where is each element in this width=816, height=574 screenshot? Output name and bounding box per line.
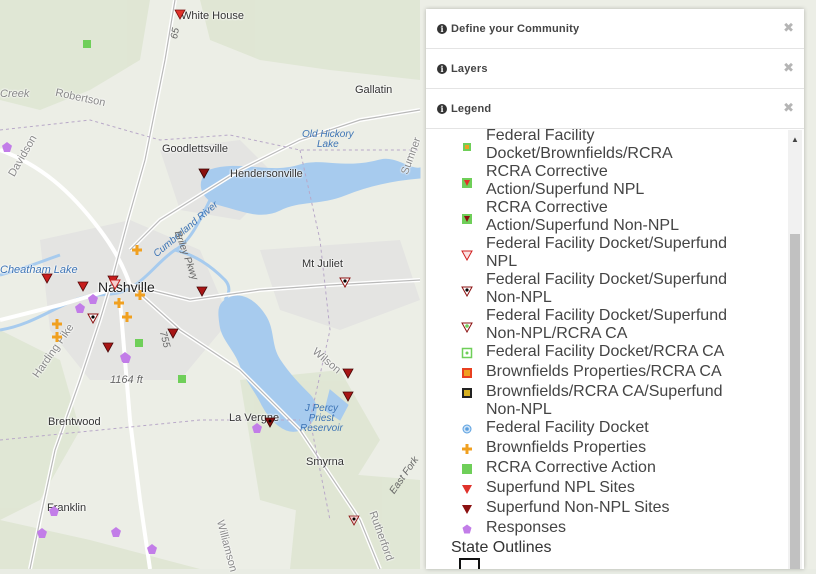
place-label-cheatham-lake: Cheatham Lake: [0, 264, 78, 276]
legend-symbol-responses: [462, 524, 472, 534]
response-marker[interactable]: [251, 422, 263, 434]
place-label-white-house: White House: [181, 10, 244, 22]
superfund-non-npl-marker[interactable]: [264, 416, 276, 428]
rcra-corrective-action-marker[interactable]: [82, 39, 92, 49]
legend-symbol-rcra-npl: [462, 178, 472, 188]
close-icon[interactable]: ✖: [783, 100, 794, 116]
response-marker[interactable]: [146, 543, 158, 555]
response-marker[interactable]: [120, 352, 132, 364]
ffd-superfund-non-npl-marker[interactable]: [87, 312, 99, 324]
legend-symbol-brownfields: [462, 444, 472, 454]
legend-label: Federal Facility Docket/Superfund Non-NP…: [486, 271, 727, 306]
superfund-non-npl-marker[interactable]: [348, 514, 360, 526]
legend-symbol-ffd-non-npl: [461, 286, 473, 297]
legend-label: Federal Facility Docket/RCRA CA: [486, 343, 725, 360]
brownfields-marker[interactable]: [134, 289, 146, 301]
legend-label: Brownfields Properties/RCRA CA: [486, 363, 722, 380]
close-icon[interactable]: ✖: [783, 20, 794, 36]
superfund-npl-marker[interactable]: [102, 341, 114, 353]
side-panel: i Define your Community ✖ i Layers ✖ i L…: [426, 9, 804, 569]
legend-scrollbar[interactable]: ▲: [788, 130, 802, 569]
legend-label: Federal Facility Docket: [486, 419, 649, 436]
place-label-mt-juliet: Mt Juliet: [302, 258, 343, 270]
road-label-65: 65: [169, 27, 182, 40]
close-icon[interactable]: ✖: [783, 60, 794, 76]
info-icon: i: [437, 103, 447, 114]
scroll-up-icon[interactable]: ▲: [791, 135, 799, 144]
layers-header[interactable]: i Layers ✖: [426, 49, 804, 89]
legend-label: Federal Facility Docket/Superfund NPL: [486, 235, 727, 270]
rcra-corrective-action-marker[interactable]: [134, 338, 144, 348]
superfund-npl-marker[interactable]: [342, 367, 354, 379]
legend-label: Superfund NPL Sites: [486, 479, 635, 496]
legend-label: Responses: [486, 519, 567, 536]
define-community-header[interactable]: i Define your Community ✖: [426, 9, 804, 49]
legend-symbol-ffd: [462, 424, 472, 434]
legend-list[interactable]: Federal Facility Docket/Brownfields/RCRA…: [426, 129, 787, 569]
ffd-superfund-npl-marker[interactable]: [109, 278, 121, 290]
brownfields-marker[interactable]: [51, 318, 63, 330]
response-marker[interactable]: [1, 141, 13, 153]
legend-label: RCRA Corrective Action/Superfund Non-NPL: [486, 199, 679, 234]
superfund-npl-marker[interactable]: [196, 285, 208, 297]
legend-symbol-rcra-non-npl: [462, 214, 472, 224]
legend-label: Brownfields Properties: [486, 439, 647, 456]
legend-symbol-ffd-npl: [461, 250, 473, 261]
legend-label: RCRA Corrective Action/Superfund NPL: [486, 163, 645, 198]
brownfields-marker[interactable]: [131, 244, 143, 256]
response-marker[interactable]: [110, 526, 122, 538]
legend-symbol-superfund-non-npl: [462, 505, 472, 514]
response-marker[interactable]: [48, 505, 60, 517]
place-label-creek: Creek: [0, 88, 30, 100]
superfund-npl-marker[interactable]: [77, 280, 89, 292]
place-label-gallatin: Gallatin: [355, 84, 393, 96]
legend-label: Superfund Non-NPL Sites: [486, 499, 670, 516]
ffd-superfund-non-npl-marker[interactable]: [339, 276, 351, 288]
info-icon: i: [437, 63, 447, 74]
superfund-npl-marker[interactable]: [167, 327, 179, 339]
place-label-goodlettsville: Goodlettsville: [162, 143, 229, 155]
rcra-corrective-action-marker[interactable]: [177, 374, 187, 384]
water-label-percy-priest: J Percy Priest Reservoir: [300, 403, 343, 434]
brownfields-marker[interactable]: [121, 311, 133, 323]
response-marker[interactable]: [36, 527, 48, 539]
place-label-smyrna: Smyrna: [306, 456, 344, 468]
superfund-npl-marker[interactable]: [198, 167, 210, 179]
legend-symbol-ffd-brownfields-rcra: [463, 143, 471, 151]
legend-symbol-ffd-rcra: [461, 347, 473, 359]
superfund-npl-marker[interactable]: [174, 8, 186, 20]
response-marker[interactable]: [87, 293, 99, 305]
brownfields-marker[interactable]: [113, 297, 125, 309]
brownfields-marker[interactable]: [51, 331, 63, 343]
legend-title: Legend: [451, 102, 492, 115]
legend-symbol-rcra: [462, 464, 472, 474]
legend-symbol-superfund-npl: [462, 485, 472, 494]
response-marker[interactable]: [74, 302, 86, 314]
superfund-npl-marker[interactable]: [342, 390, 354, 402]
legend-label: RCRA Corrective Action: [486, 459, 656, 476]
info-icon: i: [437, 23, 447, 34]
legend-label: Brownfields/RCRA CA/Superfund Non-NPL: [486, 383, 723, 418]
superfund-npl-marker[interactable]: [41, 272, 53, 284]
elevation-label: 1164 ft: [110, 374, 143, 386]
place-label-brentwood: Brentwood: [48, 416, 101, 428]
state-outline-symbol: [459, 558, 480, 569]
layers-title: Layers: [451, 62, 488, 75]
scroll-thumb[interactable]: [790, 234, 800, 569]
water-label-old-hickory: Old Hickory Lake: [302, 129, 354, 150]
legend-symbol-brownfields-rcra: [462, 368, 472, 378]
define-community-title: Define your Community: [451, 22, 580, 35]
legend-header[interactable]: i Legend ✖: [426, 89, 804, 129]
legend-symbol-ffd-non-npl-rcra: [461, 322, 473, 333]
legend-symbol-brownfields-rcra-non-npl: [462, 388, 472, 398]
place-label-hendersonville: Hendersonville: [230, 168, 303, 180]
legend-label: Federal Facility Docket/Brownfields/RCRA: [486, 129, 673, 162]
legend-label: Federal Facility Docket/Superfund Non-NP…: [486, 307, 727, 342]
state-outlines-title: State Outlines: [451, 539, 552, 556]
